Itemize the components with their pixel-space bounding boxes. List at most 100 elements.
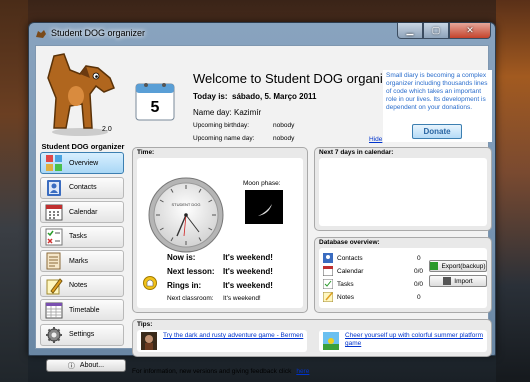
export-label: Export(backup) [441,262,486,270]
import-icon [443,277,452,285]
upcoming-nameday-label: Upcoming name day: [193,135,255,142]
contacts-icon [47,179,61,196]
nameday-value: Kazimír [234,108,262,117]
desktop-background-left [0,0,28,382]
platform-game-thumbnail [323,332,339,350]
db-label: Contacts [337,254,363,262]
close-button[interactable]: ✕ [449,23,491,39]
time-panel-title: Time: [137,149,155,156]
moon-phase-label: Moon phase: [243,180,281,187]
database-panel-body: Contacts 0 Calendar 0/0 Tasks 0/0 Notes [319,248,487,308]
calendar-icon [323,266,333,276]
calendar-icon [45,204,63,221]
sidebar-item-notes[interactable]: Notes [40,274,124,297]
sidebar-item-settings[interactable]: Settings [40,323,124,346]
sidebar-item-label: Contacts [69,184,97,191]
clock-brand: STUDENT DOG [171,202,200,207]
minimize-button[interactable]: ▁ [397,23,423,39]
tip-platform[interactable]: Cheer yourself up with colorful summer p… [319,330,487,352]
db-label: Calendar [337,267,364,275]
calendar-panel-body[interactable] [319,158,487,226]
donate-text: Small diary is becoming a complex organi… [386,72,488,111]
sidebar-title: Student DOG organizer [41,142,125,151]
tasks-icon [45,228,63,245]
sidebar-item-label: Settings [69,331,95,338]
time-panel-body: STUDENT DOG Moon phase: Now is: It's wee… [137,158,303,308]
db-label: Tasks [337,280,354,288]
overview-icon [46,155,62,171]
about-label: About... [79,362,105,369]
sidebar-item-contacts[interactable]: Contacts [40,176,124,199]
maximize-button[interactable]: ▢ [423,23,449,39]
nameday-label: Name day: [193,108,232,117]
tasks-icon [323,279,333,289]
next-classroom-label: Next classroom: [167,295,214,302]
tip-link[interactable]: Cheer yourself up with colorful summer p… [345,332,487,348]
title-bar[interactable]: Student DOG organizer ▁ ▢ ✕ [29,23,495,45]
db-count: 0 [417,254,421,262]
desktop-background-right [496,0,530,382]
window-title: Student DOG organizer [51,28,146,38]
tips-panel: Tips: Try the dark and rusty adventure g… [132,319,492,357]
version-label: 2.0 [102,126,112,133]
bermen-game-thumbnail [141,332,157,350]
sidebar-item-label: Tasks [69,233,87,240]
settings-icon [46,326,62,343]
tip-link[interactable]: Try the dark and rusty adventure game - … [163,332,303,340]
db-row-notes: Notes [323,291,354,303]
analog-clock: STUDENT DOG [148,177,224,253]
footer: For information, new versions and giving… [132,368,309,375]
db-row-contacts: Contacts [323,252,363,264]
database-panel: Database overview: Contacts 0 Calendar 0… [314,237,492,313]
next-classroom-value: It's weekend! [223,295,261,302]
sidebar-item-label: Timetable [69,306,100,314]
db-count: 0 [417,293,421,301]
db-label: Notes [337,293,354,301]
footer-here-link[interactable]: here [296,368,309,375]
now-label: Now is: [167,253,196,262]
time-panel: Time: STUDENT DOG Moon phase: Now is: It… [132,147,308,313]
hide-link[interactable]: Hide [369,136,382,143]
sidebar-item-tasks[interactable]: Tasks [40,225,124,248]
timetable-icon [45,302,63,319]
db-count: 0/0 [414,267,424,275]
next-lesson-label: Next lesson: [167,267,215,276]
sidebar-item-timetable[interactable]: Timetable [40,299,124,321]
db-count: 0/0 [414,280,424,288]
calendar-panel-title: Next 7 days in calendar: [319,149,394,156]
bell-icon [143,276,157,290]
notes-icon [323,292,333,302]
sidebar-nav: Overview Contacts Calendar Tasks Marks N… [40,152,124,348]
welcome-heading: Welcome to Student DOG organizer! [193,71,405,86]
moon-phase-image [245,190,283,224]
info-icon: ⓘ [67,362,75,370]
calendar-panel: Next 7 days in calendar: [314,147,492,231]
client-area: 2.0 Student DOG organizer Overview Conta… [35,45,492,375]
import-label: Import [454,277,473,285]
footer-text: For information, new versions and giving… [132,368,292,375]
sidebar-item-label: Marks [69,257,89,265]
contacts-icon [323,253,333,263]
upcoming-nameday-value: nobody [273,135,295,142]
upcoming-birthday-value: nobody [273,122,295,129]
app-window: Student DOG organizer ▁ ▢ ✕ 2.0 Student … [28,22,496,375]
rings-value: It's weekend! [223,281,273,290]
export-backup-button[interactable]: Export(backup) [429,260,487,272]
dog-app-icon[interactable] [35,28,47,40]
import-button[interactable]: Import [429,275,487,287]
sidebar-item-label: Notes [69,282,88,289]
upcoming-birthday-label: Upcoming birthday: [193,122,249,129]
sidebar-item-marks[interactable]: Marks [40,250,124,272]
sidebar-item-label: Calendar [69,208,98,216]
tip-bermen[interactable]: Try the dark and rusty adventure game - … [137,330,307,352]
donate-button[interactable]: Donate [412,124,462,139]
db-row-calendar: Calendar [323,265,363,277]
tips-panel-title: Tips: [137,321,153,328]
window-controls: ▁ ▢ ✕ [397,23,491,39]
dog-logo [47,53,115,136]
sidebar-item-overview[interactable]: Overview [40,152,124,174]
about-button[interactable]: ⓘ About... [46,359,126,372]
today-value: sábado, 5. Março 2011 [232,92,317,101]
sidebar-item-calendar[interactable]: Calendar [40,201,124,223]
database-panel-title: Database overview: [319,239,380,246]
